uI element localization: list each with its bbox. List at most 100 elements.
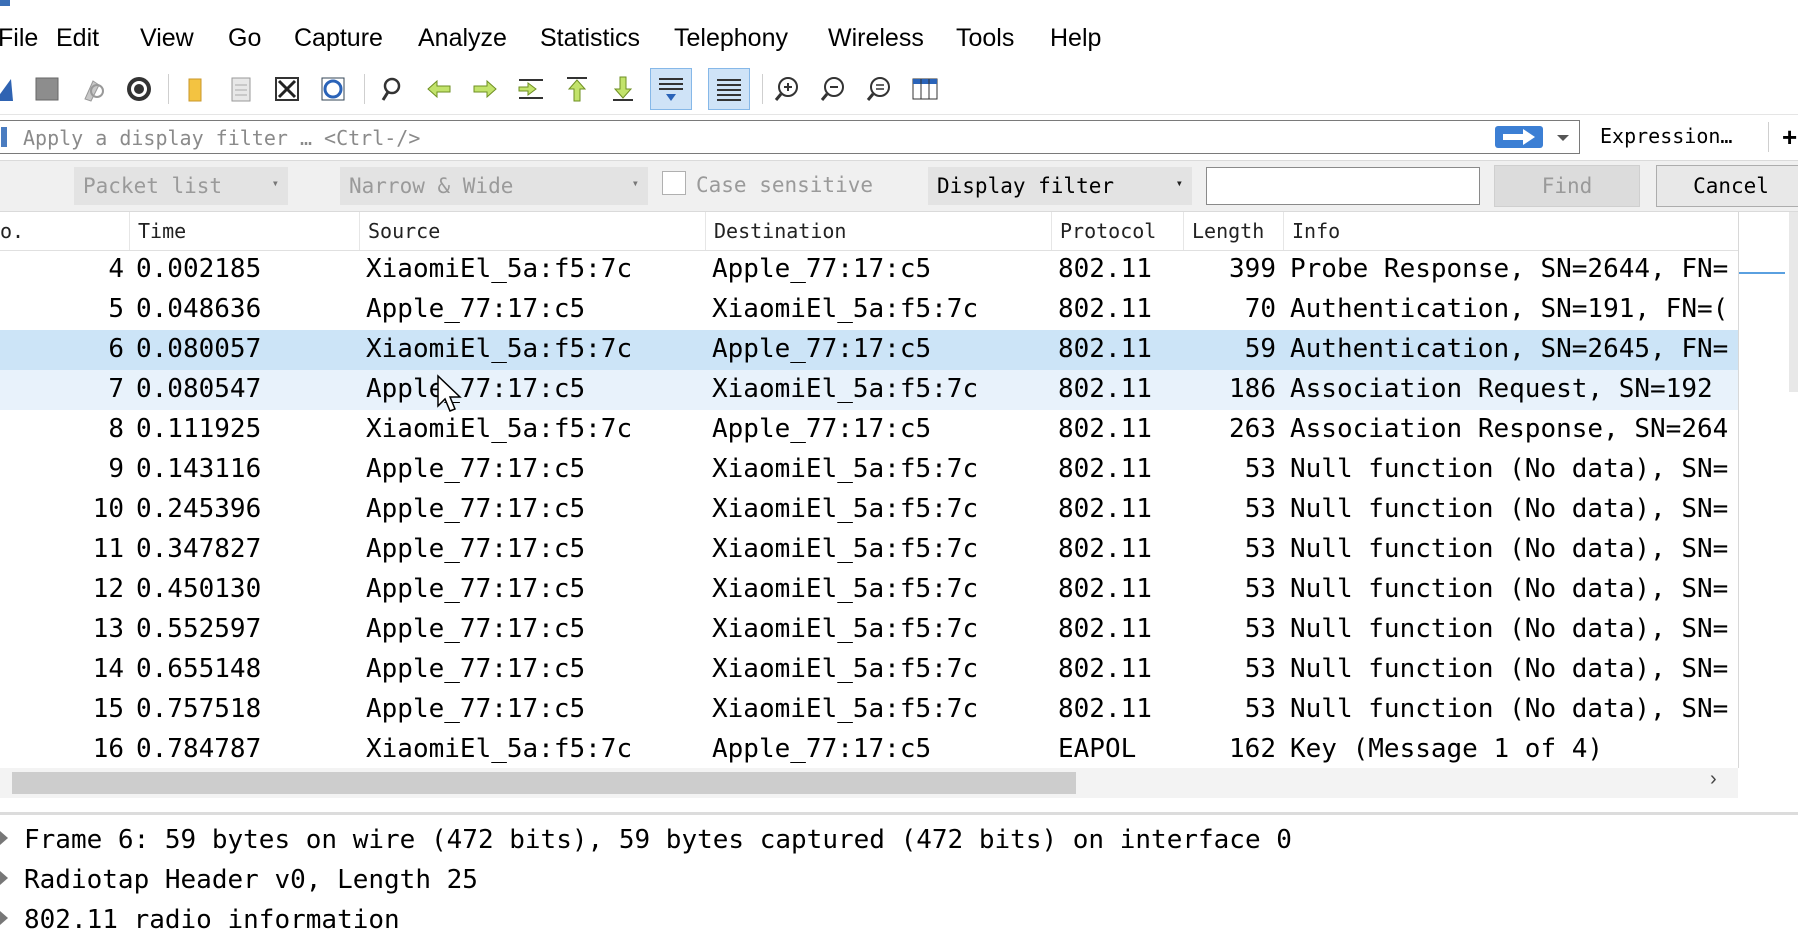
table-row[interactable]: 14 0.655148 Apple_77:17:c5 XiaomiEl_5a:f5:7… — [0, 650, 1738, 690]
menu-analyze[interactable]: Analyze — [418, 24, 507, 53]
find-packet-icon[interactable] — [376, 72, 410, 106]
filter-history-dropdown[interactable] — [1551, 127, 1575, 149]
column-header-length[interactable]: Length — [1184, 212, 1284, 250]
char-width-select[interactable]: Narrow & Wide ▾ — [340, 167, 648, 205]
cell-time: 0.002185 — [136, 254, 262, 284]
scrollbar-thumb[interactable] — [12, 772, 1076, 794]
column-header-source[interactable]: Source — [360, 212, 706, 250]
cell-time: 0.048636 — [136, 294, 262, 324]
table-row[interactable]: 13 0.552597 Apple_77:17:c5 XiaomiEl_5a:f5:7… — [0, 610, 1738, 650]
go-to-packet-icon[interactable] — [514, 72, 548, 106]
cell-dst: XiaomiEl_5a:f5:7c — [712, 454, 979, 484]
table-row[interactable]: 16 0.784787 XiaomiEl_5a:f5:7c Apple_77:17:c… — [0, 730, 1738, 770]
cell-dst: XiaomiEl_5a:f5:7c — [712, 294, 979, 324]
add-filter-button[interactable]: + — [1782, 122, 1797, 153]
cell-dst: Apple_77:17:c5 — [712, 414, 932, 444]
menu-file[interactable]: File — [0, 24, 38, 53]
window-title-bar — [0, 0, 1798, 8]
column-header-protocol[interactable]: Protocol — [1052, 212, 1184, 250]
find-text-input[interactable] — [1206, 167, 1480, 205]
chevron-down-icon — [1557, 135, 1569, 141]
search-in-select[interactable]: Packet list ▾ — [74, 167, 288, 205]
cell-proto: 802.11 — [1058, 654, 1152, 684]
menu-wireless[interactable]: Wireless — [828, 24, 924, 53]
vertical-scrollbar[interactable] — [1738, 212, 1798, 768]
scroll-right-icon[interactable]: › — [1710, 768, 1717, 791]
restart-icon[interactable] — [76, 72, 110, 106]
cell-no: 4 — [108, 254, 124, 284]
menu-view[interactable]: View — [140, 24, 194, 53]
find-packet-bar: Packet list ▾ Narrow & Wide ▾ Case sensi… — [0, 160, 1798, 212]
last-packet-icon[interactable] — [606, 72, 640, 106]
go-back-icon[interactable] — [422, 72, 456, 106]
search-in-value: Packet list — [83, 174, 223, 198]
cell-no: 8 — [108, 414, 124, 444]
shark-fin-icon[interactable] — [0, 72, 22, 106]
table-row[interactable]: 11 0.347827 Apple_77:17:c5 XiaomiEl_5a:f5:7… — [0, 530, 1738, 570]
menu-capture[interactable]: Capture — [294, 24, 383, 53]
column-header-info[interactable]: Info — [1284, 212, 1738, 250]
stop-icon[interactable] — [30, 72, 64, 106]
find-button[interactable]: Find — [1494, 165, 1640, 207]
search-type-select[interactable]: Display filter ▾ — [928, 167, 1192, 205]
table-row[interactable]: 15 0.757518 Apple_77:17:c5 XiaomiEl_5a:f5:7… — [0, 690, 1738, 730]
menu-help[interactable]: Help — [1050, 24, 1101, 53]
cancel-button[interactable]: Cancel — [1656, 165, 1798, 207]
expand-arrow-icon[interactable] — [0, 871, 8, 885]
packet-list: o. Time Source Destination Protocol Leng… — [0, 212, 1798, 810]
table-row[interactable]: 10 0.245396 Apple_77:17:c5 XiaomiEl_5a:f5:7… — [0, 490, 1738, 530]
autoscroll-icon[interactable] — [650, 68, 692, 110]
expand-arrow-icon[interactable] — [0, 911, 8, 925]
menu-statistics[interactable]: Statistics — [540, 24, 640, 53]
expression-button[interactable]: Expression… — [1600, 124, 1732, 148]
go-forward-icon[interactable] — [468, 72, 502, 106]
table-row[interactable]: 7 0.080547 Apple_77:17:c5 XiaomiEl_5a:f5:7c… — [0, 370, 1738, 410]
cell-info: Association Request, SN=192 — [1290, 374, 1713, 404]
cell-info: Authentication, SN=2645, FN= — [1290, 334, 1729, 364]
toolbar-separator — [168, 74, 169, 104]
menu-tools[interactable]: Tools — [956, 24, 1014, 53]
cell-no: 5 — [108, 294, 124, 324]
menu-telephony[interactable]: Telephony — [674, 24, 788, 53]
display-filter-input[interactable] — [21, 123, 1485, 153]
cell-dst: Apple_77:17:c5 — [712, 254, 932, 284]
first-packet-icon[interactable] — [560, 72, 594, 106]
horizontal-scrollbar[interactable]: › — [0, 768, 1738, 798]
expand-arrow-icon[interactable] — [0, 831, 8, 845]
table-row[interactable]: 12 0.450130 Apple_77:17:c5 XiaomiEl_5a:f5:7… — [0, 570, 1738, 610]
cell-len: 53 — [1244, 494, 1276, 524]
cell-src: XiaomiEl_5a:f5:7c — [366, 334, 633, 364]
cell-no: 7 — [108, 374, 124, 404]
table-row[interactable]: 6 0.080057 XiaomiEl_5a:f5:7c Apple_77:17:c5… — [0, 330, 1738, 370]
zoom-out-icon[interactable] — [816, 72, 850, 106]
close-file-icon[interactable] — [270, 72, 304, 106]
resize-columns-icon[interactable] — [908, 72, 942, 106]
column-header-no[interactable]: o. — [0, 212, 130, 250]
scrollbar-thumb[interactable] — [1789, 212, 1798, 392]
open-folder-icon[interactable] — [178, 72, 212, 106]
save-file-icon[interactable] — [224, 72, 258, 106]
apply-filter-button[interactable] — [1495, 126, 1543, 148]
search-type-value: Display filter — [937, 174, 1115, 198]
column-header-time[interactable]: Time — [130, 212, 360, 250]
menu-go[interactable]: Go — [228, 24, 261, 53]
reload-icon[interactable] — [316, 72, 350, 106]
menu-edit[interactable]: Edit — [56, 24, 99, 53]
table-row[interactable]: 9 0.143116 Apple_77:17:c5 XiaomiEl_5a:f5:7c… — [0, 450, 1738, 490]
table-row[interactable]: 5 0.048636 Apple_77:17:c5 XiaomiEl_5a:f5:7c… — [0, 290, 1738, 330]
case-sensitive-checkbox[interactable] — [662, 171, 686, 195]
cell-src: XiaomiEl_5a:f5:7c — [366, 414, 633, 444]
column-header-destination[interactable]: Destination — [706, 212, 1052, 250]
normal-size-icon[interactable] — [862, 72, 896, 106]
colorize-icon[interactable] — [708, 68, 750, 110]
table-row[interactable]: 8 0.111925 XiaomiEl_5a:f5:7c Apple_77:17:c5… — [0, 410, 1738, 450]
table-row[interactable]: 4 0.002185 XiaomiEl_5a:f5:7c Apple_77:17:c5… — [0, 250, 1738, 290]
cell-proto: 802.11 — [1058, 374, 1152, 404]
main-toolbar — [0, 66, 1798, 115]
filter-bookmark-icon[interactable] — [1, 127, 7, 147]
options-gear-icon[interactable] — [122, 72, 156, 106]
zoom-in-icon[interactable] — [770, 72, 804, 106]
cell-src: Apple_77:17:c5 — [366, 574, 586, 604]
cell-proto: 802.11 — [1058, 534, 1152, 564]
detail-text: Frame 6: 59 bytes on wire (472 bits), 59… — [24, 825, 1292, 855]
